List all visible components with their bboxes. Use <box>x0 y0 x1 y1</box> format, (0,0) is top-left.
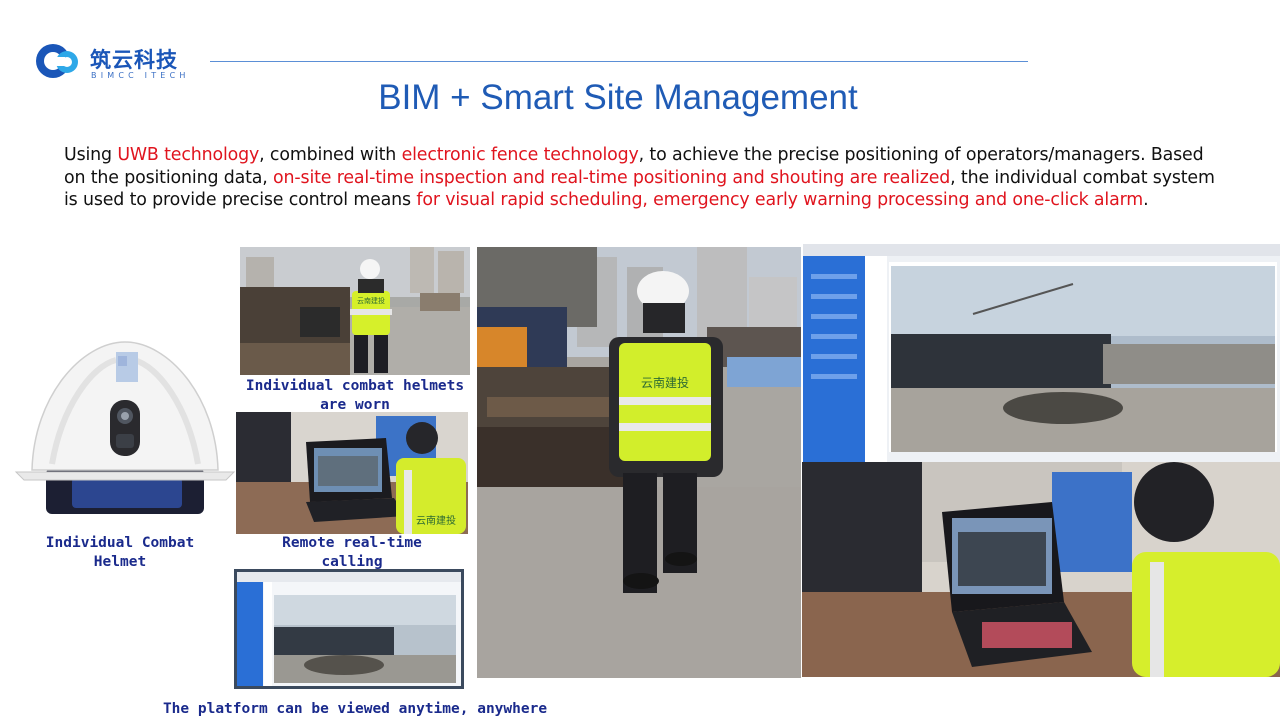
logo-chinese-name: 筑云科技 <box>90 48 178 72</box>
page-title: BIM + Smart Site Management <box>378 78 858 117</box>
desc-highlight-fence: electronic fence technology <box>401 145 639 165</box>
desc-highlight-inspection: on-site real-time inspection and real-ti… <box>273 167 951 188</box>
photo-operator-laptop <box>802 462 1280 677</box>
photo-platform-monitor <box>803 244 1280 462</box>
vest-label-small: 云南建投 <box>357 296 385 305</box>
caption-remote-calling: Remote real-time calling <box>282 535 422 570</box>
photo-remote-calling: 云南建投 <box>236 412 468 534</box>
desc-text-1: Using <box>64 145 118 165</box>
desc-highlight-scheduling: for visual rapid scheduling, emergency e… <box>416 190 1144 210</box>
caption-platform: The platform can be viewed anytime, anyw… <box>162 701 548 717</box>
desc-text-5: . <box>1143 190 1149 210</box>
vest-label-remote: 云南建投 <box>416 514 456 527</box>
caption-helmet: Individual Combat Helmet <box>45 535 195 570</box>
vest-label-large: 云南建投 <box>641 375 689 390</box>
photo-platform-screen <box>234 569 464 689</box>
desc-highlight-uwb: UWB technology <box>117 145 260 165</box>
description-paragraph: Using UWB technology, combined with elec… <box>64 144 1224 212</box>
photo-helmets-worn: 云南建投 <box>240 247 470 375</box>
cloud-logo-icon <box>36 44 78 78</box>
caption-helmets-worn: Individual combat helmets are worn <box>245 378 465 413</box>
desc-text-2: , combined with <box>259 145 402 165</box>
helmet-product-image <box>14 341 236 514</box>
header-divider <box>210 61 1028 62</box>
photo-worker-walking: 云南建投 <box>477 247 801 678</box>
